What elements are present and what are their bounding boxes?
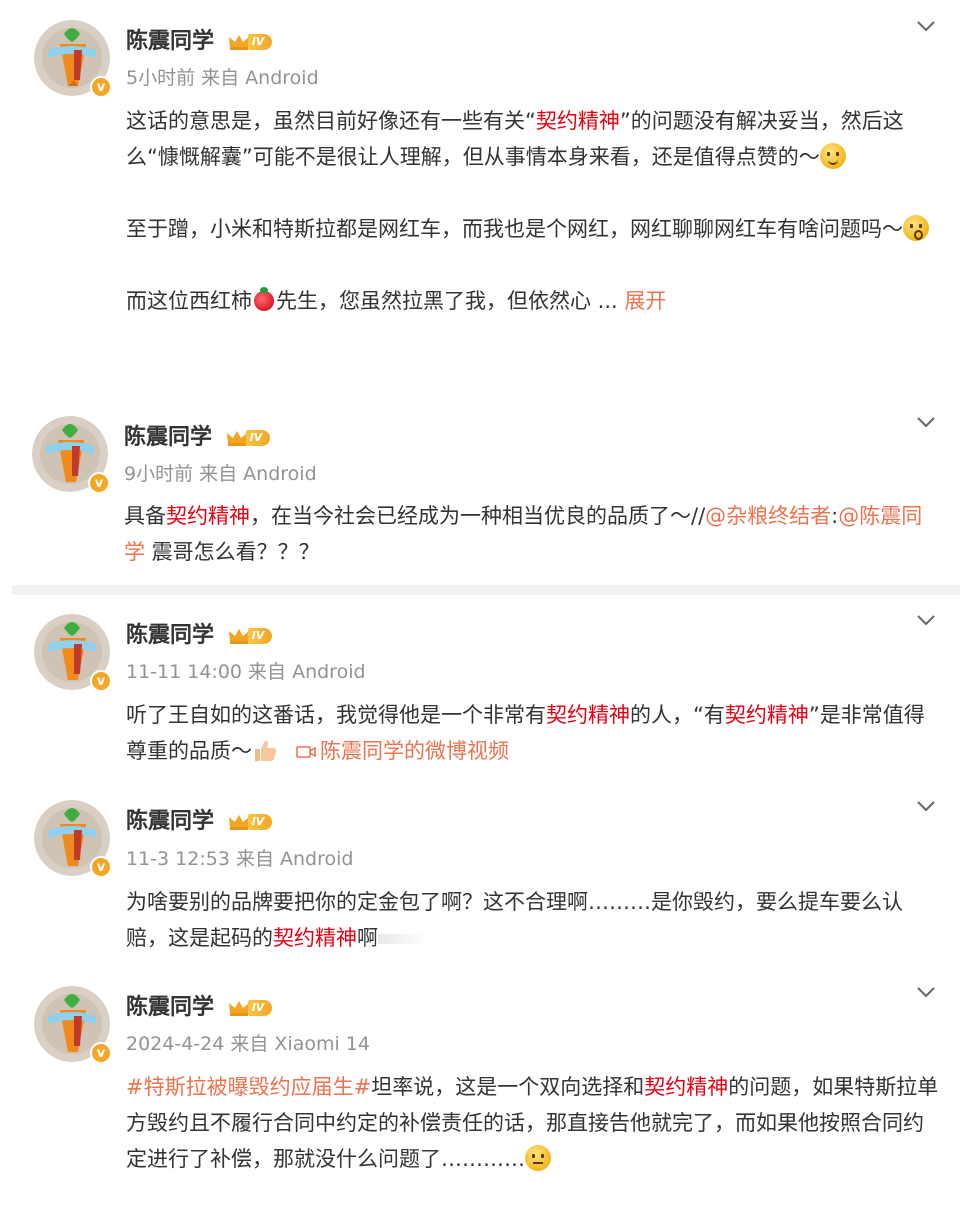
user-name[interactable]: 陈震同学: [124, 425, 212, 450]
chevron-down-icon[interactable]: [916, 20, 936, 32]
user-name[interactable]: 陈震同学: [126, 809, 214, 834]
keyword-highlight: 契约精神: [644, 1075, 729, 1099]
keyword-highlight: 契约精神: [724, 703, 809, 727]
user-name-row: 陈震同学 IV: [126, 808, 273, 836]
mention-link[interactable]: @杂粮终结者: [705, 504, 831, 528]
verified-badge: v: [90, 1042, 112, 1064]
crown-icon: [228, 1001, 249, 1016]
tomato-emoji: [254, 287, 274, 311]
level-tag: IV: [247, 628, 273, 644]
hashtag-link[interactable]: #特斯拉被曝毁约应届生#: [126, 1075, 371, 1099]
expand-link[interactable]: 展开: [624, 289, 666, 313]
paragraph-1: 这话的意思是，虽然目前好像还有一些有关“契约精神”的问题没有解决妥当，然后这么“…: [126, 109, 904, 169]
verified-badge: v: [90, 856, 112, 878]
level-tag: IV: [247, 814, 273, 830]
post-meta: 5小时前 来自 Android: [126, 67, 319, 89]
user-name[interactable]: 陈震同学: [126, 29, 214, 54]
think-emoji: [525, 1145, 551, 1171]
level-tag: IV: [245, 430, 271, 446]
user-name[interactable]: 陈震同学: [126, 995, 214, 1020]
post-meta: 2024-4-24 来自 Xiaomi 14: [126, 1033, 370, 1055]
verified-badge: v: [88, 472, 110, 494]
user-name-row: 陈震同学 IV: [126, 994, 273, 1022]
user-level[interactable]: IV: [228, 625, 273, 647]
post-1: v 陈震同学 IV 5小时前 来自 Android 这话的意思是，虽然目前好像还…: [0, 0, 972, 380]
user-name-row: 陈震同学 IV: [126, 28, 273, 56]
avatar[interactable]: v: [34, 20, 112, 98]
video-link[interactable]: 陈震同学的微博视频: [320, 739, 509, 763]
user-level[interactable]: IV: [228, 811, 273, 833]
user-name-row: 陈震同学 IV: [126, 622, 273, 650]
post-text: 为啥要别的品牌要把你的定金包了啊？这不合理啊………是你毁约，要么提车要么认赔，这…: [126, 890, 903, 950]
avatar[interactable]: v: [34, 614, 112, 692]
thumbs-up-emoji: [255, 740, 277, 761]
fade-decoration: [378, 934, 428, 944]
post-text: 具备契约精神，在当今社会已经成为一种相当优良的品质了～//@杂粮终结者:@陈震同…: [124, 504, 923, 564]
verified-badge: v: [90, 76, 112, 98]
avatar[interactable]: v: [34, 800, 112, 878]
level-tag: IV: [247, 34, 273, 50]
paragraph-3: 而这位西红柿 先生，您虽然拉黑了我，但依然心 ... 展开: [126, 287, 667, 313]
smile-emoji: [819, 143, 846, 169]
post-meta: 11-3 12:53 来自 Android: [126, 848, 354, 870]
crown-icon: [228, 35, 249, 50]
keyword-highlight: 契约精神: [546, 703, 630, 727]
post-text: #特斯拉被曝毁约应届生#坦率说，这是一个双向选择和契约精神的问题，如果特斯拉单方…: [126, 1075, 939, 1171]
keyword-highlight: 契约精神: [535, 109, 620, 133]
post-meta: 9小时前 来自 Android: [124, 463, 317, 485]
verified-badge: v: [90, 670, 112, 692]
crown-icon: [226, 431, 247, 446]
section-divider: [12, 585, 960, 595]
video-icon: [296, 746, 316, 758]
post-meta: 11-11 14:00 来自 Android: [126, 661, 366, 683]
chevron-down-icon[interactable]: [916, 416, 936, 428]
level-tag: IV: [247, 1000, 273, 1016]
crown-icon: [228, 629, 249, 644]
user-level[interactable]: IV: [226, 427, 271, 449]
post-text: 这话的意思是，虽然目前好像还有一些有关“契约精神”的问题没有解决妥当，然后这么“…: [126, 103, 942, 319]
keyword-highlight: 契约精神: [273, 926, 357, 950]
user-name-row: 陈震同学 IV: [124, 424, 271, 452]
avatar[interactable]: v: [32, 416, 110, 494]
paragraph-2: 至于蹭，小米和特斯拉都是网红车，而我也是个网红，网红聊聊网红车有啥问题吗～: [126, 211, 942, 247]
chevron-down-icon[interactable]: [916, 800, 936, 812]
avatar[interactable]: v: [34, 986, 112, 1064]
crown-icon: [228, 815, 249, 830]
chevron-down-icon[interactable]: [916, 986, 936, 998]
surprise-emoji: [903, 215, 929, 241]
user-level[interactable]: IV: [228, 997, 273, 1019]
chevron-down-icon[interactable]: [916, 614, 936, 626]
post-text: 听了王自如的这番话，我觉得他是一个非常有契约精神的人，“有契约精神”是非常值得尊…: [126, 703, 925, 763]
user-name[interactable]: 陈震同学: [126, 623, 214, 648]
weibo-feed: v 陈震同学 IV 5小时前 来自 Android 这话的意思是，虽然目前好像还…: [0, 0, 972, 1224]
user-level[interactable]: IV: [228, 31, 273, 53]
keyword-highlight: 契约精神: [166, 504, 250, 528]
